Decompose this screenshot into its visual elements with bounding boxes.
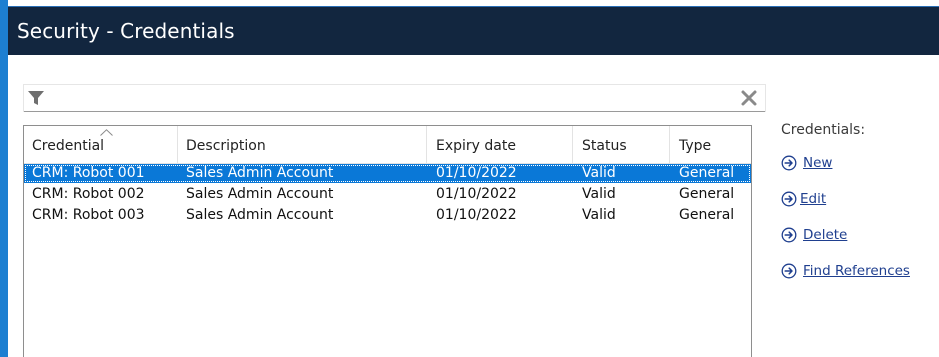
cell-credential: CRM: Robot 003 [32, 207, 145, 223]
column-header-description[interactable]: Description [186, 126, 426, 163]
column-header-status[interactable]: Status [582, 126, 669, 163]
cell-type: General [679, 186, 735, 202]
arrow-right-circle-icon [781, 227, 797, 243]
cell-description: Sales Admin Account [186, 186, 334, 202]
table-header: Credential Description Expiry date Statu… [24, 126, 751, 164]
arrow-right-circle-icon [781, 263, 797, 279]
table-row[interactable]: CRM: Robot 002 Sales Admin Account 01/10… [24, 185, 751, 204]
column-divider[interactable] [572, 126, 573, 163]
column-header-label: Description [186, 138, 266, 154]
table-row[interactable]: CRM: Robot 001 Sales Admin Account 01/10… [24, 164, 751, 183]
cell-expiry-date: 01/10/2022 [436, 186, 517, 202]
cell-type: General [679, 207, 735, 223]
cell-status: Valid [582, 186, 616, 202]
cell-expiry-date: 01/10/2022 [436, 165, 517, 181]
cell-expiry-date: 01/10/2022 [436, 207, 517, 223]
arrow-right-circle-icon [781, 191, 797, 207]
actions-title: Credentials: [781, 122, 866, 138]
title-bar: Security - Credentials [8, 6, 939, 55]
filter-bar[interactable] [23, 84, 766, 112]
action-label: Edit [800, 191, 827, 207]
column-divider[interactable] [177, 126, 178, 163]
cell-type: General [679, 165, 735, 181]
cell-description: Sales Admin Account [186, 207, 334, 223]
action-label: Find References [803, 263, 910, 279]
action-label: New [803, 155, 833, 171]
column-header-label: Type [679, 138, 712, 154]
sort-ascending-icon [100, 129, 113, 136]
column-divider[interactable] [426, 126, 427, 163]
table-row[interactable]: CRM: Robot 003 Sales Admin Account 01/10… [24, 206, 751, 225]
credentials-table: Credential Description Expiry date Statu… [23, 125, 752, 357]
window-edge [0, 0, 8, 357]
window-title: Security - Credentials [17, 19, 235, 43]
column-divider[interactable] [669, 126, 670, 163]
arrow-right-circle-icon [781, 155, 797, 171]
cell-credential: CRM: Robot 002 [32, 186, 145, 202]
column-header-credential[interactable]: Credential [32, 126, 177, 163]
column-header-label: Expiry date [436, 138, 516, 154]
filter-icon [28, 91, 44, 105]
column-header-expiry-date[interactable]: Expiry date [436, 126, 572, 163]
column-header-label: Credential [32, 138, 105, 154]
cell-description: Sales Admin Account [186, 165, 334, 181]
cell-status: Valid [582, 165, 616, 181]
close-icon[interactable] [739, 88, 759, 108]
action-label: Delete [803, 227, 848, 243]
credentials-window: Security - Credentials Credential Descri… [0, 0, 939, 357]
column-header-label: Status [582, 138, 627, 154]
column-header-type[interactable]: Type [679, 126, 751, 163]
cell-status: Valid [582, 207, 616, 223]
cell-credential: CRM: Robot 001 [32, 165, 145, 181]
